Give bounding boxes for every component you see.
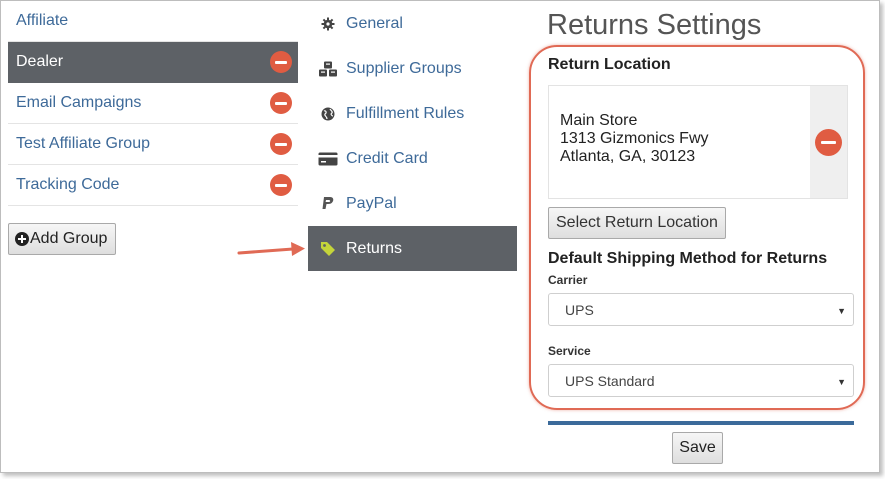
nav-item-label: Fulfillment Rules bbox=[346, 104, 465, 122]
group-item-label: Email Campaigns bbox=[16, 94, 142, 111]
carrier-select-value: UPS bbox=[565, 301, 594, 318]
return-location-card: Main Store 1313 Gizmonics Fwy Atlanta, G… bbox=[548, 85, 848, 199]
address-actions bbox=[810, 86, 847, 198]
nav-item-label: General bbox=[346, 14, 403, 32]
globe-icon bbox=[318, 105, 338, 123]
caret-down-icon: ▼ bbox=[837, 306, 846, 316]
return-location-heading: Return Location bbox=[548, 56, 671, 73]
group-item-label: Affiliate bbox=[16, 12, 69, 29]
plus-circle-icon bbox=[15, 232, 29, 246]
nav-item-supplier-groups[interactable]: Supplier Groups bbox=[308, 46, 517, 91]
add-group-button[interactable]: Add Group bbox=[8, 223, 117, 255]
group-item-email-campaigns[interactable]: Email Campaigns bbox=[8, 83, 298, 124]
service-label: Service bbox=[548, 344, 591, 358]
paypal-icon bbox=[318, 195, 338, 213]
shipping-method-heading: Default Shipping Method for Returns bbox=[548, 250, 828, 267]
group-item-tracking-code[interactable]: Tracking Code bbox=[8, 165, 298, 206]
group-item-label: Test Affiliate Group bbox=[16, 135, 150, 152]
remove-location-icon[interactable] bbox=[815, 128, 842, 156]
nav-item-label: Credit Card bbox=[346, 149, 428, 167]
carrier-select[interactable]: UPS ▼ bbox=[548, 293, 854, 326]
address-text: Main Store 1313 Gizmonics Fwy Atlanta, G… bbox=[560, 112, 709, 166]
nav-item-label: Returns bbox=[346, 239, 403, 257]
select-return-location-button[interactable]: Select Return Location bbox=[548, 207, 726, 239]
add-group-label: Add Group bbox=[30, 230, 108, 247]
nav-item-fulfillment-rules[interactable]: Fulfillment Rules bbox=[308, 91, 517, 136]
credit-card-icon bbox=[318, 150, 338, 168]
address-line: 1313 Gizmonics Fwy bbox=[560, 130, 709, 147]
group-item-affiliate[interactable]: Affiliate bbox=[8, 1, 298, 42]
remove-icon[interactable] bbox=[270, 174, 292, 196]
nav-item-paypal[interactable]: PayPal bbox=[308, 181, 517, 226]
group-list: Affiliate Dealer Email Campaigns Test Af… bbox=[8, 1, 298, 206]
settings-nav: General Supplier Groups Fulfillment Rule… bbox=[308, 1, 517, 271]
group-item-label: Tracking Code bbox=[16, 176, 120, 193]
divider bbox=[548, 421, 854, 425]
service-select[interactable]: UPS Standard ▼ bbox=[548, 364, 854, 397]
gear-icon bbox=[318, 15, 338, 33]
save-button[interactable]: Save bbox=[672, 432, 723, 464]
nav-item-label: Supplier Groups bbox=[346, 59, 462, 77]
service-select-value: UPS Standard bbox=[565, 372, 655, 389]
nav-item-label: PayPal bbox=[346, 194, 397, 212]
cubes-icon bbox=[318, 60, 338, 78]
nav-item-general[interactable]: General bbox=[308, 1, 517, 46]
tag-icon bbox=[318, 240, 338, 258]
settings-window: Affiliate Dealer Email Campaigns Test Af… bbox=[0, 0, 880, 473]
group-item-label: Dealer bbox=[16, 53, 64, 70]
page-title: Returns Settings bbox=[547, 9, 762, 41]
carrier-label: Carrier bbox=[548, 273, 588, 287]
group-item-dealer[interactable]: Dealer bbox=[8, 42, 298, 83]
remove-icon[interactable] bbox=[270, 133, 292, 155]
pointer-arrow-icon bbox=[237, 242, 305, 256]
nav-item-returns[interactable]: Returns bbox=[308, 226, 517, 271]
remove-icon[interactable] bbox=[270, 51, 292, 73]
caret-down-icon: ▼ bbox=[837, 377, 846, 387]
remove-icon[interactable] bbox=[270, 92, 292, 114]
address-line: Atlanta, GA, 30123 bbox=[560, 148, 696, 165]
group-item-test-affiliate-group[interactable]: Test Affiliate Group bbox=[8, 124, 298, 165]
nav-item-credit-card[interactable]: Credit Card bbox=[308, 136, 517, 181]
address-line: Main Store bbox=[560, 112, 638, 129]
